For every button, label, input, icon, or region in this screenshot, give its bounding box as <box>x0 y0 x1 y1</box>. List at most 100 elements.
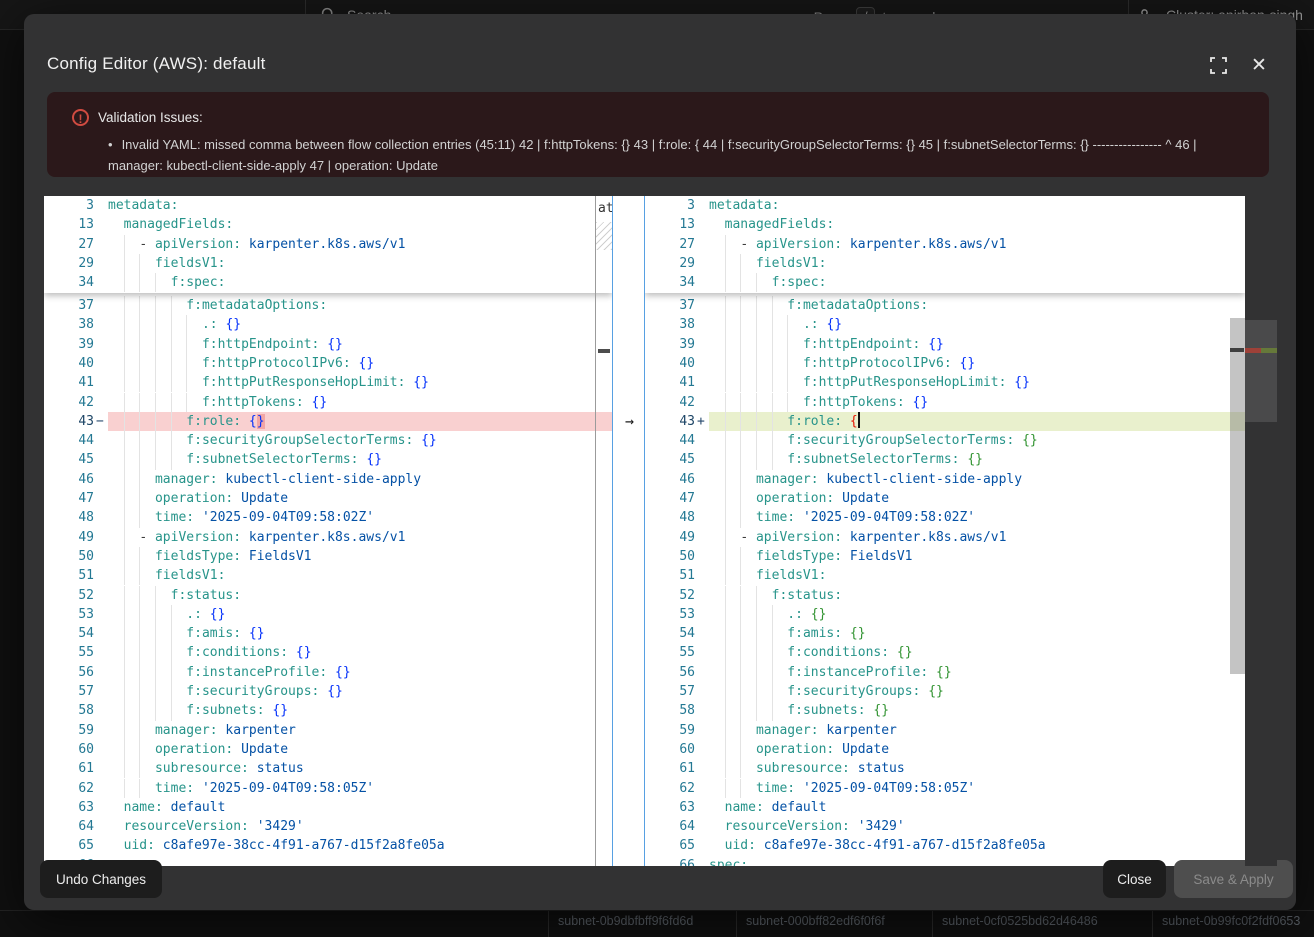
code-line-27[interactable]: 27- apiVersion: karpenter.k8s.aws/v1 <box>44 235 612 254</box>
vertical-scrollbar-thumb[interactable] <box>1230 318 1245 674</box>
line-number: 27 <box>645 235 695 254</box>
code-line-44[interactable]: 44f:securityGroupSelectorTerms: {} <box>645 431 1245 450</box>
line-number: 63 <box>645 798 695 817</box>
revert-change-arrow[interactable]: → <box>620 412 639 431</box>
code-line-50[interactable]: 50fieldsType: FieldsV1 <box>645 547 1245 566</box>
code-line-41[interactable]: 41f:httpPutResponseHopLimit: {} <box>645 373 1245 392</box>
yaml-diff-editor[interactable]: 37f:metadataOptions:38.: {}39f:httpEndpo… <box>44 196 1277 866</box>
code-line-27[interactable]: 27- apiVersion: karpenter.k8s.aws/v1 <box>645 235 1245 254</box>
code-line-56[interactable]: 56f:instanceProfile: {} <box>645 663 1245 682</box>
code-line-39[interactable]: 39f:httpEndpoint: {} <box>44 335 612 354</box>
code-line-51[interactable]: 51fieldsV1: <box>44 566 612 585</box>
code-line-63[interactable]: 63name: default <box>645 798 1245 817</box>
code-line-62[interactable]: 62time: '2025-09-04T09:58:05Z' <box>645 779 1245 798</box>
code-line-43[interactable]: 43+f:role: { <box>645 412 1245 431</box>
code-line-52[interactable]: 52f:status: <box>44 586 612 605</box>
code-line-13[interactable]: 13managedFields: <box>645 215 1245 234</box>
code-line-53[interactable]: 53.: {} <box>645 605 1245 624</box>
code-line-48[interactable]: 48time: '2025-09-04T09:58:02Z' <box>645 508 1245 527</box>
code-line-64[interactable]: 64resourceVersion: '3429' <box>645 817 1245 836</box>
code-line-52[interactable]: 52f:status: <box>645 586 1245 605</box>
diff-pane-modified[interactable]: 37f:metadataOptions:38.: {}39f:httpEndpo… <box>645 196 1245 866</box>
code-line-48[interactable]: 48time: '2025-09-04T09:58:02Z' <box>44 508 612 527</box>
code-line-13[interactable]: 13managedFields: <box>44 215 612 234</box>
line-number: 62 <box>645 779 695 798</box>
overview-viewport[interactable] <box>1245 320 1277 422</box>
code-line-37[interactable]: 37f:metadataOptions: <box>645 296 1245 315</box>
code-line-51[interactable]: 51fieldsV1: <box>645 566 1245 585</box>
line-number: 50 <box>645 547 695 566</box>
close-icon[interactable]: ✕ <box>1248 54 1270 76</box>
code-line-65[interactable]: 65uid: c8afe97e-38cc-4f91-a767-d15f2a8fe… <box>645 836 1245 855</box>
line-number: 65 <box>44 836 94 855</box>
code-line-42[interactable]: 42f:httpTokens: {} <box>645 393 1245 412</box>
code-line-56[interactable]: 56f:instanceProfile: {} <box>44 663 612 682</box>
code-line-55[interactable]: 55f:conditions: {} <box>44 643 612 662</box>
code-line-39[interactable]: 39f:httpEndpoint: {} <box>645 335 1245 354</box>
code-line-65[interactable]: 65uid: c8afe97e-38cc-4f91-a767-d15f2a8fe… <box>44 836 612 855</box>
code-line-49[interactable]: 49- apiVersion: karpenter.k8s.aws/v1 <box>645 528 1245 547</box>
code-line-45[interactable]: 45f:subnetSelectorTerms: {} <box>645 450 1245 469</box>
code-line-59[interactable]: 59manager: karpenter <box>645 721 1245 740</box>
code-line-43[interactable]: 43−f:role: {} <box>44 412 612 431</box>
line-number: 49 <box>645 528 695 547</box>
line-number: 61 <box>645 759 695 778</box>
code-line-59[interactable]: 59manager: karpenter <box>44 721 612 740</box>
code-line-54[interactable]: 54f:amis: {} <box>44 624 612 643</box>
code-line-58[interactable]: 58f:subnets: {} <box>645 701 1245 720</box>
close-button[interactable]: Close <box>1103 860 1166 898</box>
code-line-63[interactable]: 63name: default <box>44 798 612 817</box>
code-line-58[interactable]: 58f:subnets: {} <box>44 701 612 720</box>
code-line-34[interactable]: 34f:spec: <box>645 273 1245 292</box>
code-line-62[interactable]: 62time: '2025-09-04T09:58:05Z' <box>44 779 612 798</box>
code-line-41[interactable]: 41f:httpPutResponseHopLimit: {} <box>44 373 612 392</box>
error-icon: ! <box>72 109 89 126</box>
code-line-47[interactable]: 47operation: Update <box>44 489 612 508</box>
line-number: 52 <box>645 586 695 605</box>
code-line-60[interactable]: 60operation: Update <box>44 740 612 759</box>
code-line-38[interactable]: 38.: {} <box>645 315 1245 334</box>
line-number: 42 <box>645 393 695 412</box>
diff-sign: − <box>96 412 108 431</box>
code-line-3[interactable]: 3metadata: <box>645 196 1245 215</box>
code-line-61[interactable]: 61subresource: status <box>44 759 612 778</box>
diff-pane-original[interactable]: 37f:metadataOptions:38.: {}39f:httpEndpo… <box>44 196 612 866</box>
code-line-29[interactable]: 29fieldsV1: <box>44 254 612 273</box>
code-line-46[interactable]: 46manager: kubectl-client-side-apply <box>44 470 612 489</box>
code-line-57[interactable]: 57f:securityGroups: {} <box>44 682 612 701</box>
code-line-55[interactable]: 55f:conditions: {} <box>645 643 1245 662</box>
undo-changes-button[interactable]: Undo Changes <box>40 860 162 898</box>
subnet-id-cell: subnet-000bff82edf6f0f6f <box>746 914 885 928</box>
line-number: 47 <box>645 489 695 508</box>
code-line-42[interactable]: 42f:httpTokens: {} <box>44 393 612 412</box>
code-line-53[interactable]: 53.: {} <box>44 605 612 624</box>
line-number: 34 <box>645 273 695 292</box>
line-number: 58 <box>645 701 695 720</box>
code-line-60[interactable]: 60operation: Update <box>645 740 1245 759</box>
code-line-54[interactable]: 54f:amis: {} <box>645 624 1245 643</box>
background-subnet-table-row: subnet-0b9dbfbff9f6fd6dsubnet-000bff82ed… <box>0 910 1314 927</box>
code-line-49[interactable]: 49- apiVersion: karpenter.k8s.aws/v1 <box>44 528 612 547</box>
code-line-40[interactable]: 40f:httpProtocolIPv6: {} <box>44 354 612 373</box>
line-number: 41 <box>645 373 695 392</box>
diff-splitter-sash[interactable]: → <box>612 196 645 866</box>
diff-sign: + <box>697 412 709 431</box>
code-line-29[interactable]: 29fieldsV1: <box>645 254 1245 273</box>
line-number: 60 <box>44 740 94 759</box>
line-number: 29 <box>44 254 94 273</box>
code-line-37[interactable]: 37f:metadataOptions: <box>44 296 612 315</box>
code-line-64[interactable]: 64resourceVersion: '3429' <box>44 817 612 836</box>
code-line-3[interactable]: 3metadata: <box>44 196 612 215</box>
code-line-57[interactable]: 57f:securityGroups: {} <box>645 682 1245 701</box>
code-line-61[interactable]: 61subresource: status <box>645 759 1245 778</box>
code-line-45[interactable]: 45f:subnetSelectorTerms: {} <box>44 450 612 469</box>
code-line-50[interactable]: 50fieldsType: FieldsV1 <box>44 547 612 566</box>
code-line-38[interactable]: 38.: {} <box>44 315 612 334</box>
fullscreen-button[interactable] <box>1207 54 1229 76</box>
code-line-40[interactable]: 40f:httpProtocolIPv6: {} <box>645 354 1245 373</box>
code-line-47[interactable]: 47operation: Update <box>645 489 1245 508</box>
code-line-46[interactable]: 46manager: kubectl-client-side-apply <box>645 470 1245 489</box>
code-line-44[interactable]: 44f:securityGroupSelectorTerms: {} <box>44 431 612 450</box>
code-line-34[interactable]: 34f:spec: <box>44 273 612 292</box>
diff-overview-ruler[interactable] <box>1245 196 1277 866</box>
